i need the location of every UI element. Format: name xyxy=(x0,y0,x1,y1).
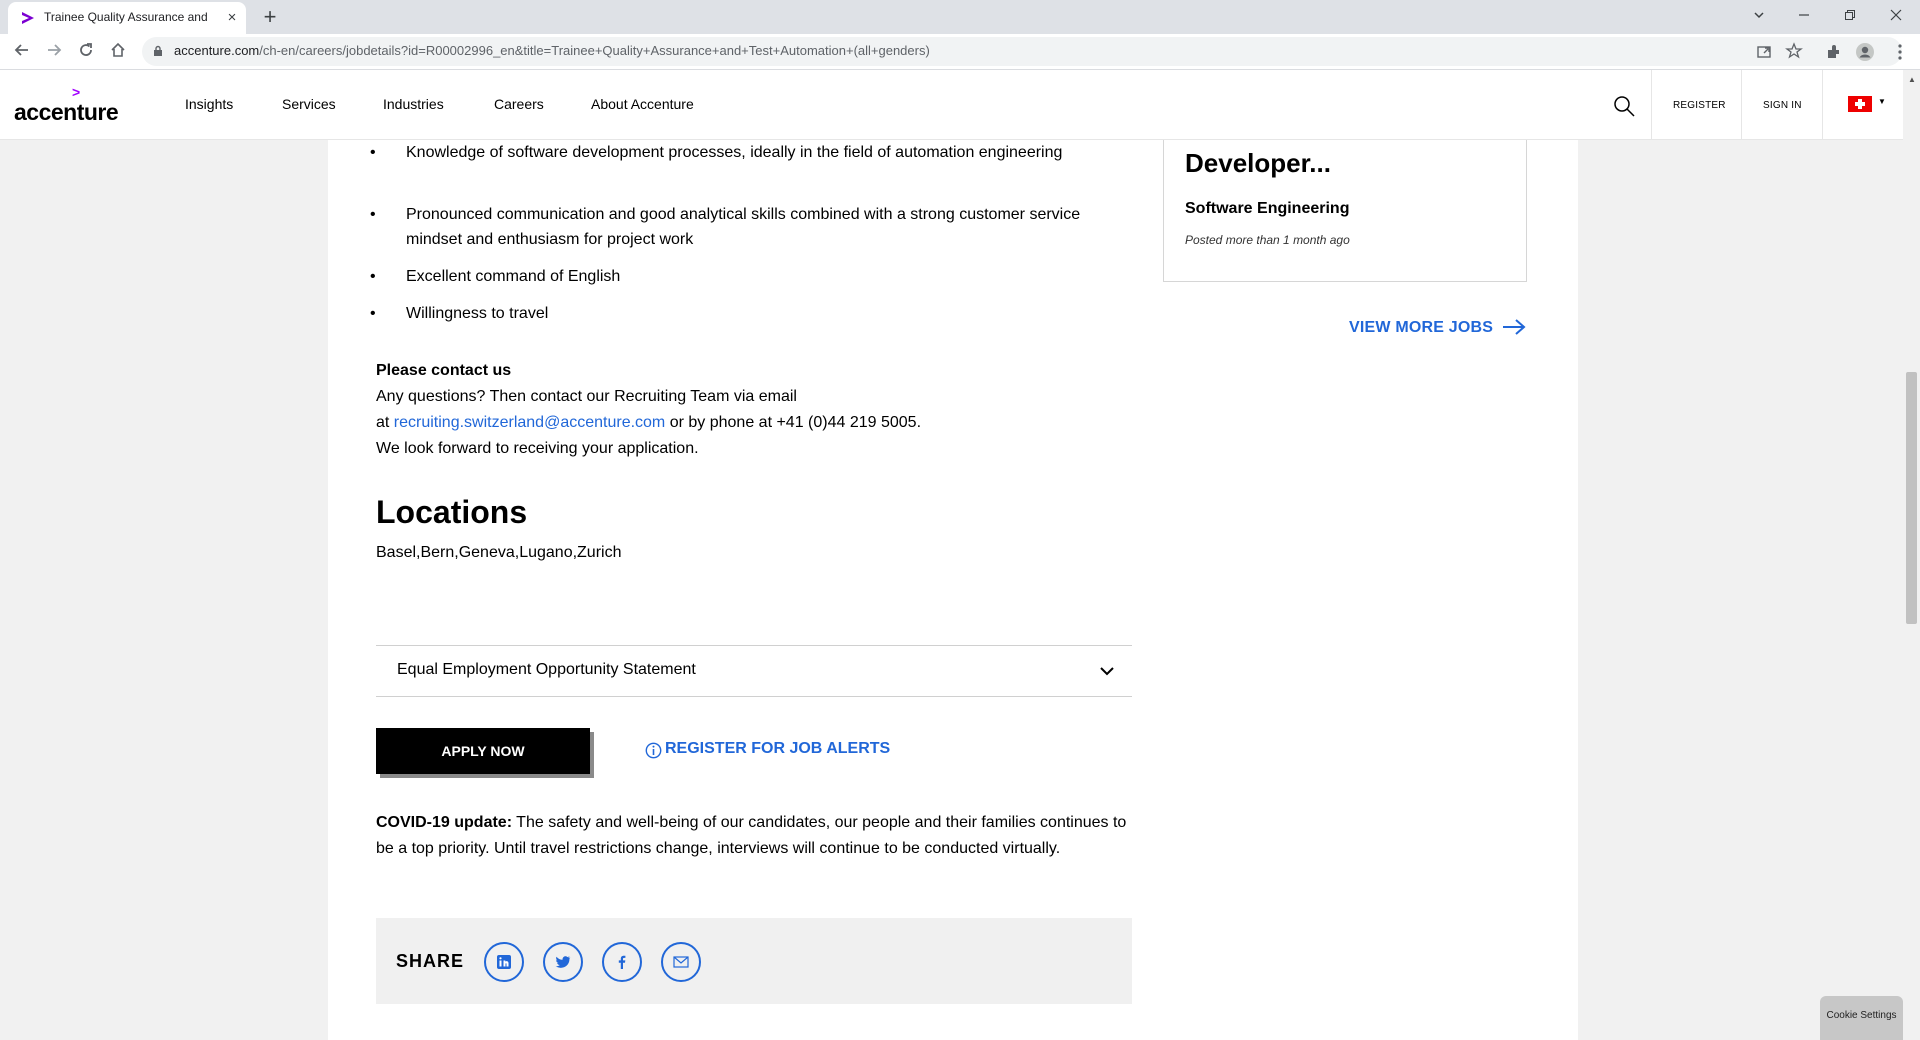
contact-text: at recruiting.switzerland@accenture.com … xyxy=(376,414,922,431)
linkedin-icon[interactable] xyxy=(484,942,524,982)
header-divider xyxy=(1741,70,1742,140)
accenture-favicon-icon xyxy=(22,12,34,24)
apply-now-button[interactable]: APPLY NOW xyxy=(376,728,590,774)
contact-text: We look forward to receiving your applic… xyxy=(376,440,699,457)
info-icon xyxy=(645,742,662,759)
list-item: • Excellent command of English xyxy=(370,268,621,285)
browser-menu-icon[interactable] xyxy=(1890,42,1910,62)
job-alerts-label: REGISTER FOR JOB ALERTS xyxy=(665,740,891,757)
url-text: accenture.com/ch-en/careers/jobdetails?i… xyxy=(174,43,930,58)
search-icon[interactable] xyxy=(1612,94,1636,118)
profile-avatar-icon[interactable] xyxy=(1855,42,1875,62)
address-bar[interactable]: accenture.com/ch-en/careers/jobdetails?i… xyxy=(142,37,1902,66)
list-item: • Knowledge of software development proce… xyxy=(370,144,1063,161)
home-icon[interactable] xyxy=(106,40,130,64)
related-job-category: Software Engineering xyxy=(1185,200,1350,217)
logo-text: accenture xyxy=(14,99,119,125)
contact-text: Any questions? Then contact our Recruiti… xyxy=(376,388,797,405)
bookmark-star-icon[interactable] xyxy=(1784,41,1804,61)
minimize-icon[interactable] xyxy=(1792,5,1816,29)
related-job-posted: Posted more than 1 month ago xyxy=(1185,233,1350,247)
site-header: > accenture Insights Services Industries… xyxy=(0,70,1920,140)
header-divider xyxy=(1651,70,1652,140)
facebook-icon[interactable] xyxy=(602,942,642,982)
arrow-right-icon xyxy=(1503,319,1526,335)
forward-icon[interactable] xyxy=(42,40,66,64)
related-job-title: Developer... xyxy=(1185,148,1331,178)
new-tab-button[interactable]: + xyxy=(258,4,282,30)
twitter-icon[interactable] xyxy=(543,942,583,982)
nav-industries[interactable]: Industries xyxy=(383,96,444,112)
chevron-down-icon xyxy=(1100,667,1114,676)
nav-careers[interactable]: Careers xyxy=(494,96,544,112)
scroll-up-arrow-icon[interactable]: ▲ xyxy=(1908,75,1916,84)
locations-heading: Locations xyxy=(376,494,528,530)
list-item: • Willingness to travel xyxy=(370,305,549,322)
register-link[interactable]: REGISTER xyxy=(1673,100,1726,111)
reload-icon[interactable] xyxy=(74,40,98,64)
cookie-settings-button[interactable]: Cookie Settings xyxy=(1820,996,1903,1040)
back-icon[interactable] xyxy=(10,40,34,64)
share-panel: SHARE xyxy=(376,918,1132,1004)
share-label: SHARE xyxy=(396,951,465,971)
tab-close-icon[interactable]: × xyxy=(223,9,241,27)
email-icon[interactable] xyxy=(661,942,701,982)
accordion-label: Equal Employment Opportunity Statement xyxy=(397,661,696,678)
lock-icon xyxy=(154,45,162,56)
contact-heading: Please contact us xyxy=(376,362,512,379)
eeo-statement-accordion[interactable]: Equal Employment Opportunity Statement xyxy=(376,645,1132,697)
close-window-icon[interactable] xyxy=(1884,5,1908,29)
country-dropdown-icon[interactable]: ▼ xyxy=(1878,97,1886,106)
browser-tab[interactable]: Trainee Quality Assurance and Test Autom… xyxy=(8,2,246,34)
nav-services[interactable]: Services xyxy=(282,96,336,112)
view-more-label: VIEW MORE JOBS xyxy=(1349,319,1494,336)
sign-in-link[interactable]: SIGN IN xyxy=(1763,100,1802,111)
accenture-logo[interactable]: > accenture xyxy=(14,82,124,126)
recruiting-email-link[interactable]: recruiting.switzerland@accenture.com xyxy=(394,414,665,431)
nav-about-accenture[interactable]: About Accenture xyxy=(591,96,694,112)
extensions-icon[interactable] xyxy=(1824,42,1844,62)
swiss-flag-icon[interactable] xyxy=(1848,96,1872,112)
tab-title: Trainee Quality Assurance and Test Autom… xyxy=(44,10,209,24)
list-item: • Pronounced communication and good analy… xyxy=(370,206,1081,248)
logo-mark: > xyxy=(72,84,81,100)
header-divider xyxy=(1822,70,1823,140)
scroll-thumb[interactable] xyxy=(1906,372,1917,624)
covid-update: COVID-19 update: The safety and well-bei… xyxy=(376,814,1127,857)
share-page-icon[interactable] xyxy=(1754,41,1774,61)
restore-icon[interactable] xyxy=(1838,5,1862,29)
job-details-content: • Knowledge of software development proce… xyxy=(328,140,1578,1040)
tab-search-icon[interactable] xyxy=(1747,5,1771,29)
browser-tab-strip: Trainee Quality Assurance and Test Autom… xyxy=(0,0,1920,34)
browser-toolbar: accenture.com/ch-en/careers/jobdetails?i… xyxy=(0,34,1920,70)
page-scrollbar[interactable]: ▲ xyxy=(1903,70,1920,1040)
related-job-card[interactable]: Developer... Software Engineering Posted… xyxy=(1163,140,1527,282)
locations-value: Basel,Bern,Geneva,Lugano,Zurich xyxy=(376,544,622,561)
nav-insights[interactable]: Insights xyxy=(185,96,233,112)
